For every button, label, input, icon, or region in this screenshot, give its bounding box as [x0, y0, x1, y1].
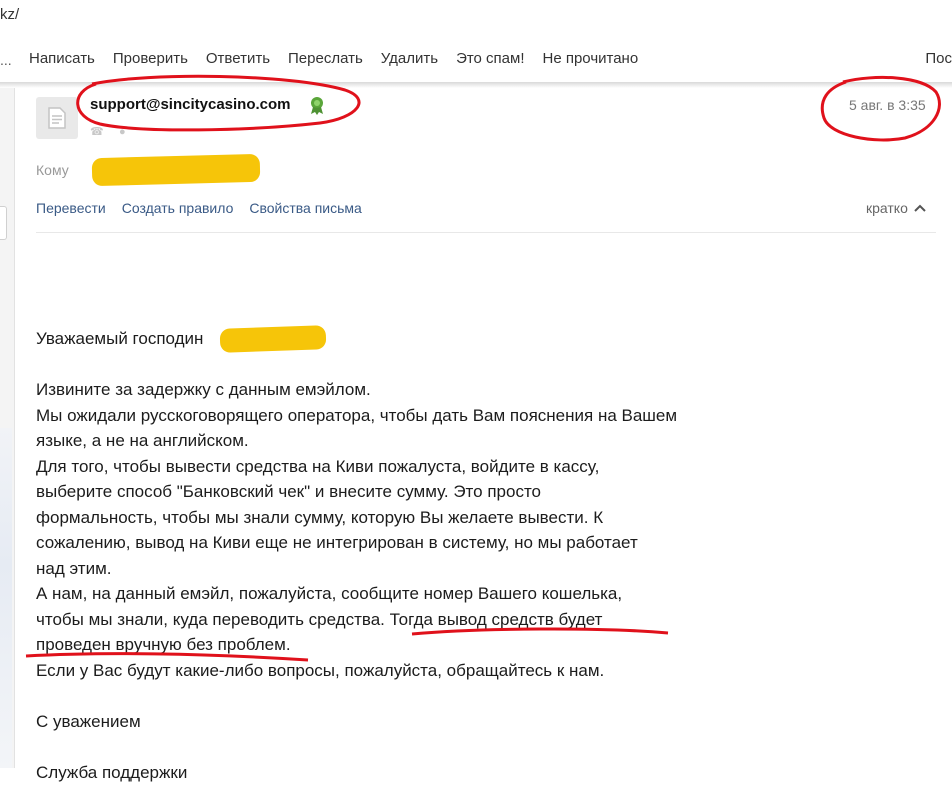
verified-ribbon-icon	[307, 96, 327, 116]
spam-button[interactable]: Это спам!	[456, 50, 524, 67]
check-button[interactable]: Проверить	[113, 50, 188, 67]
chevron-up-icon	[914, 204, 926, 212]
compose-button[interactable]: Написать	[29, 50, 95, 67]
body-line: А нам, на данный емэйл, пожалуйста, сооб…	[36, 581, 756, 607]
body-line: формальность, чтобы мы знали сумму, кото…	[36, 505, 756, 531]
body-line: над этим.	[36, 556, 756, 582]
signature: Служба поддержки	[36, 760, 756, 785]
forward-button[interactable]: Переслать	[288, 50, 363, 67]
toolbar-left-cut: ...	[0, 52, 12, 68]
url-text[interactable]: kz/	[0, 6, 19, 23]
body-line: сожалению, вывод на Киви еще не интегрир…	[36, 530, 756, 556]
body-line: Для того, чтобы вывести средства на Киви…	[36, 454, 756, 480]
collapse-label: кратко	[866, 200, 908, 216]
sidebar-collapsed-control[interactable]	[0, 206, 7, 240]
left-sidebar	[0, 88, 15, 768]
body-gap	[36, 683, 756, 709]
recipient-redaction	[92, 154, 261, 186]
recipient-label: Кому	[36, 162, 69, 178]
sender-avatar	[36, 97, 78, 139]
body-line: Извините за задержку с данным емэйлом.	[36, 377, 756, 403]
body-line: Если у Вас будут какие-либо вопросы, пож…	[36, 658, 756, 684]
header-separator	[36, 232, 936, 233]
translate-link[interactable]: Перевести	[36, 200, 106, 216]
body-line: языке, а не на английском.	[36, 428, 756, 454]
mark-unread-button[interactable]: Не прочитано	[543, 50, 639, 67]
create-rule-link[interactable]: Создать правило	[122, 200, 234, 216]
greeting: Уважаемый господин	[36, 326, 756, 352]
collapse-header-toggle[interactable]: кратко	[866, 200, 926, 216]
browser-url-bar[interactable]: kz/	[0, 0, 952, 33]
body-line: проведен вручную без проблем.	[36, 632, 756, 658]
globe-icon: ●	[119, 126, 126, 138]
message-body: Уважаемый господин Извините за задержку …	[36, 326, 756, 785]
body-line: Мы ожидали русскоговорящего оператора, ч…	[36, 403, 756, 429]
phone-icon: ☎	[90, 126, 104, 138]
sender-address[interactable]: support@sincitycasino.com	[90, 96, 291, 113]
body-line: выберите способ "Банковский чек" и внеси…	[36, 479, 756, 505]
toolbar-items: Написать Проверить Ответить Переслать Уд…	[29, 50, 656, 67]
message-date: 5 авг. в 3:35	[849, 97, 926, 113]
toolbar-more-button[interactable]: Пос	[925, 50, 952, 67]
delete-button[interactable]: Удалить	[381, 50, 438, 67]
toolbar-shadow	[0, 82, 952, 88]
document-icon	[48, 107, 66, 129]
mail-toolbar: ... Написать Проверить Ответить Переслат…	[0, 32, 952, 82]
closing: С уважением	[36, 709, 756, 735]
message-properties-link[interactable]: Свойства письма	[249, 200, 361, 216]
reply-button[interactable]: Ответить	[206, 50, 270, 67]
sender-sub-icons: ☎ ●	[90, 125, 126, 138]
name-redaction	[220, 325, 327, 353]
body-gap	[36, 352, 756, 378]
message-actions: Перевести Создать правило Свойства письм…	[36, 200, 378, 216]
body-gap	[36, 734, 756, 760]
sidebar-blurred-area	[0, 428, 12, 768]
body-line: чтобы мы знали, куда переводить средства…	[36, 607, 756, 633]
